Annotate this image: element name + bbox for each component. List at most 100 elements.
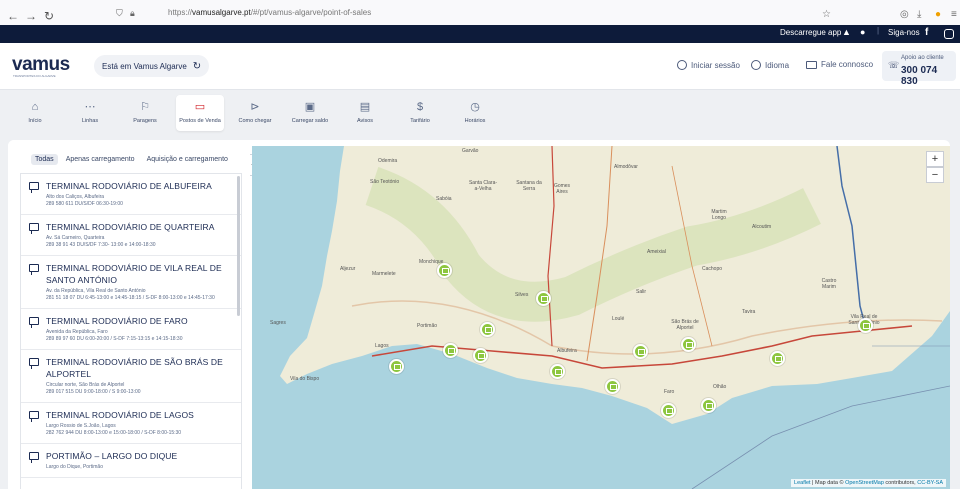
map-label-faro: Faro xyxy=(664,389,675,395)
map-label-almodovar: Almodôvar xyxy=(614,164,638,170)
zoom-in-button[interactable]: + xyxy=(926,151,944,167)
map[interactable]: Garvão Almodôvar São Teotónio Santa Clar… xyxy=(252,146,950,489)
list-item[interactable]: TERMINAL RODOVIÁRIO DE VILA REAL DE SANT… xyxy=(21,256,241,309)
nav-horarios[interactable]: ◷ Horários xyxy=(451,95,499,131)
download-icon[interactable]: ⤓ xyxy=(917,9,921,20)
map-label-tavira: Tavira xyxy=(742,309,756,315)
language-link[interactable]: Idioma xyxy=(751,60,789,70)
license-link[interactable]: CC-BY-SA xyxy=(917,480,943,486)
map-label-albufeira: Albufeira xyxy=(557,348,577,354)
map-label-loule: Loulé xyxy=(612,316,625,322)
osm-link[interactable]: OpenStreetMap xyxy=(845,480,884,486)
map-attribution: Leaflet | Map data © OpenStreetMap contr… xyxy=(791,479,946,487)
map-marker[interactable] xyxy=(770,351,785,366)
list-item[interactable]: PORTIMÃO – LARGO DO DIQUE Largo do Dique… xyxy=(21,444,241,478)
ticket-office-icon xyxy=(29,358,39,369)
map-marker[interactable] xyxy=(681,337,696,352)
login-link[interactable]: Iniciar sessão xyxy=(677,60,740,70)
ticket-office-icon xyxy=(29,223,39,234)
language-label: Idioma xyxy=(765,60,790,70)
nav-avisos[interactable]: ▤ Avisos xyxy=(341,95,389,131)
map-label-gomes-aires: Gomes Aires xyxy=(553,183,571,195)
stop-icon: ⚐ xyxy=(140,101,150,113)
vamus-logo[interactable]: vamus xyxy=(12,54,70,76)
map-marker[interactable] xyxy=(437,263,452,278)
point-title: PORTIMÃO – LARGO DO DIQUE xyxy=(46,451,178,461)
map-marker[interactable] xyxy=(480,322,495,337)
contact-link[interactable]: Fale connosco xyxy=(806,60,873,69)
forward-icon[interactable]: → xyxy=(22,9,40,23)
list-item[interactable]: TERMINAL RODOVIÁRIO DE LAGOS Largo Rossi… xyxy=(21,403,241,444)
point-title: TERMINAL RODOVIÁRIO DE FARO xyxy=(46,316,188,326)
bookmark-star-icon[interactable]: ☆ xyxy=(822,9,831,20)
globe-icon xyxy=(751,60,761,70)
pocket-icon[interactable]: ◎ xyxy=(900,9,909,20)
map-label-sao-bras: São Brás de Alportel xyxy=(671,319,699,331)
map-label-marmelete: Marmelete xyxy=(372,271,396,277)
url-prefix: https:// xyxy=(168,8,193,17)
apple-icon[interactable]: ● xyxy=(860,27,865,37)
map-marker[interactable] xyxy=(550,364,565,379)
point-address: Largo do Dique, Portimão xyxy=(46,464,103,470)
nav-tarifario[interactable]: $ Tarifário xyxy=(396,95,444,131)
menu-icon[interactable]: ≡ xyxy=(951,9,957,20)
url-bar[interactable]: https://vamusalgarve.pt/#/pt/vamus-algar… xyxy=(168,8,371,17)
map-label-ameixial: Ameixial xyxy=(647,249,666,255)
map-marker[interactable] xyxy=(633,344,648,359)
back-icon[interactable]: ← xyxy=(4,9,22,23)
mail-icon xyxy=(806,60,817,69)
nav-label: Avisos xyxy=(356,118,374,124)
download-app-link[interactable]: Descarregue app xyxy=(780,28,841,37)
map-marker[interactable] xyxy=(443,343,458,358)
filter-purchase-topup[interactable]: Aquisição e carregamento xyxy=(143,154,232,165)
map-marker[interactable] xyxy=(858,318,873,333)
filter-topup-only[interactable]: Apenas carregamento xyxy=(62,154,139,165)
point-title: TERMINAL RODOVIÁRIO DE SÃO BRÁS DE ALPOR… xyxy=(46,357,223,379)
main-nav: ⌂ Início ⋯ Linhas ⚐ Paragens ▭ Postos de Ven… xyxy=(0,90,960,140)
filter-tabs: Todas Apenas carregamento Aquisição e ca… xyxy=(31,154,232,165)
leaflet-link[interactable]: Leaflet xyxy=(794,480,811,486)
point-hours: 289 580 611 DU/S/DF 06:30-19:00 xyxy=(46,201,123,207)
list-item[interactable]: TERMINAL RODOVIÁRIO DE FARO Avenida da R… xyxy=(21,309,241,350)
map-label-castro-marim: Castro Marim xyxy=(821,278,837,290)
point-address: Av. Sá Carneiro, Quarteira xyxy=(46,235,105,241)
map-label-santa-clara: Santa Clara-a-Velha xyxy=(468,180,498,192)
nav-carregar-saldo[interactable]: ▣ Carregar saldo xyxy=(286,95,334,131)
divider: | xyxy=(877,26,880,35)
point-title: TERMINAL RODOVIÁRIO DE LAGOS xyxy=(46,410,194,420)
region-selector[interactable]: Está em Vamus Algarve ↻ xyxy=(94,55,210,77)
list-item[interactable]: TERMINAL RODOVIÁRIO DE QUARTEIRA Av. Sá … xyxy=(21,215,241,256)
android-icon[interactable]: ▲ xyxy=(842,27,851,37)
nav-label: Carregar saldo xyxy=(291,118,329,124)
directions-icon: ⊳ xyxy=(250,101,260,113)
point-title: TERMINAL RODOVIÁRIO DE ALBUFEIRA xyxy=(46,181,212,191)
alert-icon[interactable]: ● xyxy=(935,9,941,20)
nav-label: Horários xyxy=(464,118,486,124)
map-marker[interactable] xyxy=(605,379,620,394)
map-marker[interactable] xyxy=(473,348,488,363)
map-label-martim-longo: Martim Longo xyxy=(711,209,727,221)
list-item[interactable]: TERMINAL RODOVIÁRIO DE ALBUFEIRA Alto do… xyxy=(21,174,241,215)
map-marker[interactable] xyxy=(661,403,676,418)
nav-inicio[interactable]: ⌂ Início xyxy=(11,95,59,131)
map-marker[interactable] xyxy=(701,398,716,413)
nav-label: Início xyxy=(28,118,42,124)
customer-support[interactable]: ☏ Apoio ao cliente 300 074 830 xyxy=(882,51,956,87)
point-address: Alto dos Caliços, Albufeira xyxy=(46,194,105,200)
map-marker[interactable] xyxy=(389,359,404,374)
login-icon xyxy=(677,60,687,70)
filter-all[interactable]: Todas xyxy=(31,154,58,165)
zoom-out-button[interactable]: − xyxy=(926,167,944,183)
nav-postos-de-venda[interactable]: ▭ Postos de Venda xyxy=(176,95,224,131)
map-marker[interactable] xyxy=(536,291,551,306)
points-list: TERMINAL RODOVIÁRIO DE ALBUFEIRA Alto do… xyxy=(20,173,242,489)
nav-como-chegar[interactable]: ⊳ Como chegar xyxy=(231,95,279,131)
reload-icon[interactable]: ↻ xyxy=(40,9,58,23)
instagram-icon[interactable] xyxy=(944,29,954,39)
nav-paragens[interactable]: ⚐ Paragens xyxy=(121,95,169,131)
list-item[interactable]: TERMINAL RODOVIÁRIO DE SÃO BRÁS DE ALPOR… xyxy=(21,350,241,403)
facebook-icon[interactable]: f xyxy=(925,27,928,38)
list-scrollbar[interactable] xyxy=(237,176,240,316)
nav-linhas[interactable]: ⋯ Linhas xyxy=(66,95,114,131)
point-hours: 289 38 91 43 DU/S/DF 7:30- 13:00 e 14:00… xyxy=(46,242,156,248)
